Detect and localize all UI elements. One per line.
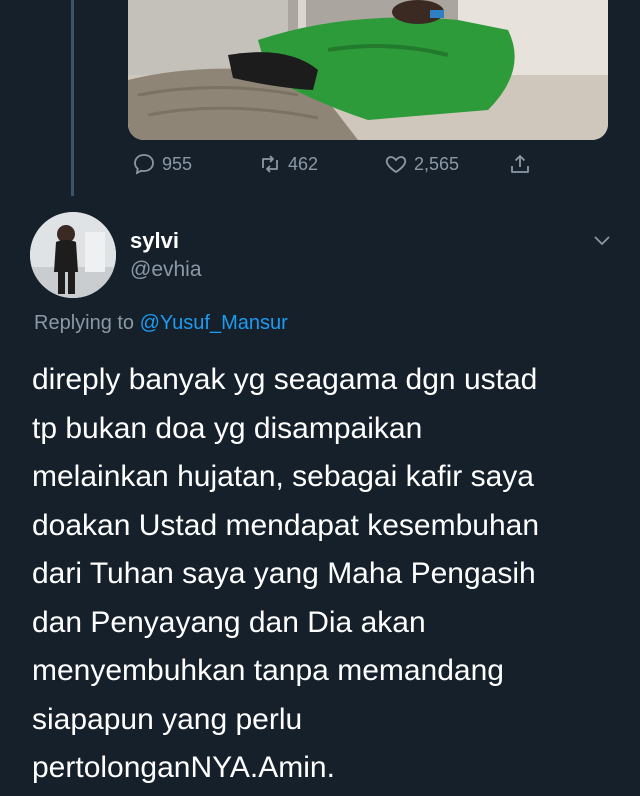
hospital-photo-image [128,0,608,140]
tweet-media-photo[interactable] [128,0,608,140]
replying-mention-link[interactable]: @Yusuf_Mansur [140,312,288,334]
tweet-text: direply banyak yg seagama dgn ustad tp b… [32,363,540,784]
reply-icon [134,154,154,175]
share-icon [511,155,529,173]
replying-prefix: Replying to [34,312,135,334]
retweet-button[interactable]: 462 [258,152,318,176]
chevron-down-icon[interactable] [590,228,614,252]
author-handle[interactable]: @evhia [130,258,202,282]
share-button[interactable] [508,152,532,176]
retweet-icon [262,155,278,173]
retweet-count: 462 [288,153,319,174]
avatar[interactable] [30,212,116,298]
author-name[interactable]: sylvi [130,228,179,254]
like-count: 2,565 [414,153,460,174]
reply-button[interactable]: 955 [132,152,192,176]
heart-icon [385,156,407,174]
replying-to-line: Replying to @Yusuf_Mansur [34,312,288,335]
thread-connector-line [71,0,74,196]
like-button[interactable]: 2,565 [384,152,459,176]
tweet-action-bar: 955 462 2,565 [128,152,548,182]
avatar-photo [30,212,116,298]
reply-count: 955 [162,153,193,174]
